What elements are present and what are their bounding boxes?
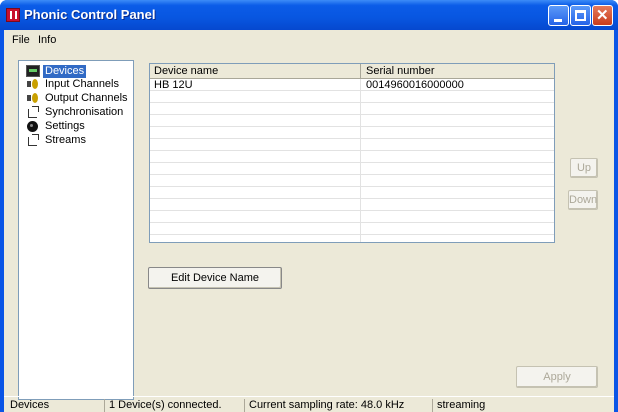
navigation-tree: Devices Input Channels Output Channels S…	[18, 60, 134, 400]
status-bar: Devices 1 Device(s) connected. Current s…	[4, 396, 614, 412]
minimize-icon	[554, 19, 562, 22]
speaker-icon	[26, 92, 40, 104]
empty-row	[150, 128, 554, 139]
window-title: Phonic Control Panel	[24, 7, 156, 22]
tree-item-streams[interactable]: Streams	[26, 133, 88, 147]
device-table: Device name Serial number HB 12U 0014960…	[149, 63, 555, 243]
empty-row	[150, 116, 554, 127]
edit-device-name-button[interactable]: Edit Device Name	[148, 267, 282, 289]
serial-number-cell: 0014960016000000	[366, 79, 464, 91]
menu-info[interactable]: Info	[38, 34, 56, 46]
status-connected: 1 Device(s) connected.	[104, 399, 222, 412]
sync-icon	[26, 106, 40, 118]
apply-button[interactable]: Apply	[516, 366, 598, 388]
app-window: Phonic Control Panel ✕ File Info Devices…	[0, 0, 618, 412]
column-header-device-name[interactable]: Device name	[154, 65, 218, 77]
gear-icon	[27, 120, 38, 132]
empty-row	[150, 176, 554, 187]
tree-item-output-channels[interactable]: Output Channels	[26, 91, 130, 105]
tree-item-label: Input Channels	[45, 77, 119, 90]
empty-row	[150, 152, 554, 163]
tree-item-label: Devices	[43, 64, 87, 78]
empty-row	[150, 164, 554, 175]
tree-item-label: Settings	[45, 119, 85, 132]
column-header-serial-number[interactable]: Serial number	[366, 65, 434, 77]
empty-row	[150, 212, 554, 223]
column-divider[interactable]	[360, 64, 361, 78]
tree-item-label: Output Channels	[45, 91, 128, 104]
down-button[interactable]: Down	[568, 190, 598, 210]
status-sampling-rate: Current sampling rate: 48.0 kHz	[244, 399, 404, 412]
title-bar[interactable]: Phonic Control Panel ✕	[0, 0, 618, 30]
status-section: Devices	[10, 399, 50, 411]
minimize-button[interactable]	[548, 5, 569, 26]
tree-item-label: Synchronisation	[45, 105, 124, 118]
phonic-logo-icon	[6, 8, 20, 22]
device-name-cell: HB 12U	[154, 79, 193, 91]
tree-item-label: Streams	[45, 133, 86, 146]
tree-item-devices[interactable]: Devices	[26, 64, 87, 78]
maximize-icon	[575, 10, 586, 21]
table-header: Device name Serial number	[150, 64, 554, 79]
client-area: File Info Devices Input Channels Output …	[4, 30, 614, 412]
speaker-icon	[26, 78, 40, 90]
close-icon: ✕	[596, 7, 609, 24]
empty-row	[150, 140, 554, 151]
tree-item-input-channels[interactable]: Input Channels	[26, 77, 121, 91]
table-row[interactable]: HB 12U 0014960016000000	[150, 79, 554, 91]
empty-row	[150, 200, 554, 211]
status-state: streaming	[432, 399, 485, 412]
empty-row	[150, 104, 554, 115]
menu-bar: File Info	[4, 30, 614, 50]
menu-file[interactable]: File	[12, 34, 30, 46]
empty-row	[150, 224, 554, 235]
device-icon	[26, 65, 40, 77]
tree-item-settings[interactable]: Settings	[26, 119, 87, 133]
empty-row	[150, 92, 554, 103]
stream-icon	[26, 134, 40, 146]
maximize-button[interactable]	[570, 5, 591, 26]
close-button[interactable]: ✕	[592, 5, 613, 26]
empty-row	[150, 188, 554, 199]
tree-item-synchronisation[interactable]: Synchronisation	[26, 105, 125, 119]
up-button[interactable]: Up	[570, 158, 598, 178]
